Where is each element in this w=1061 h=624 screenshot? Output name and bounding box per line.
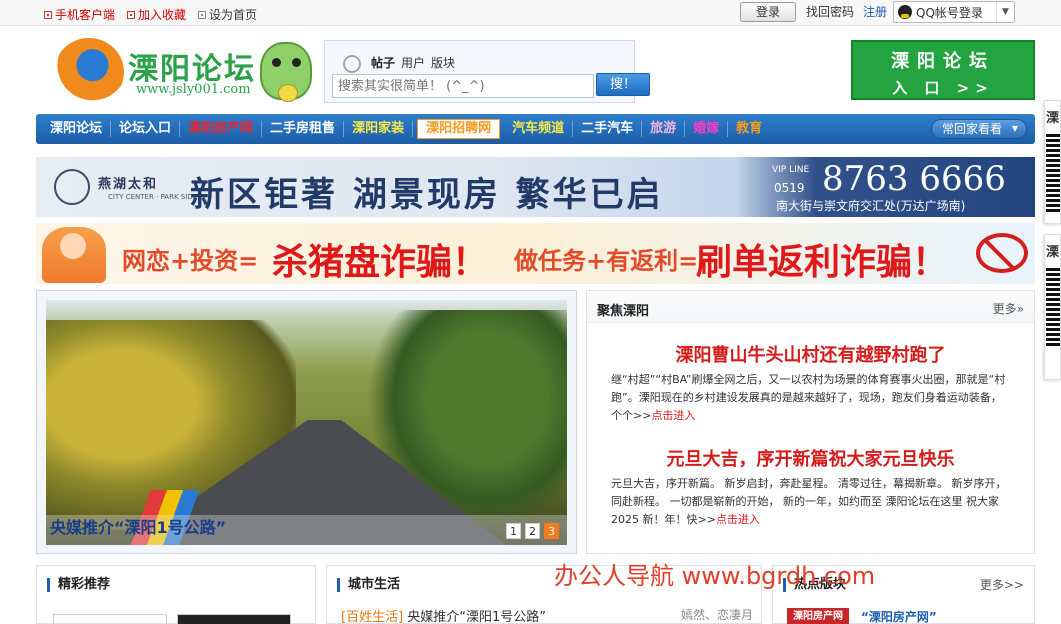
city-life-item-title[interactable]: 央媒推介“溧阳1号公路”: [407, 610, 546, 624]
top-links: 手机客户端 加入收藏 设为首页: [44, 6, 257, 23]
mobile-icon: [44, 10, 52, 19]
site-logo[interactable]: 溧阳论坛 www.jsly001.com: [50, 36, 312, 108]
focus-news-panel: 聚焦溧阳 更多» 溧阳曹山牛头山村还有越野村跑了 继“村超”“村BA”刷爆全网之…: [586, 290, 1035, 554]
nav-item-forum[interactable]: 溧阳论坛: [42, 121, 112, 137]
slideshow-caption-bar: 央媒推介“溧阳1号公路”: [46, 515, 567, 545]
forum-entry-label: 入 口 >>: [892, 79, 994, 97]
slideshow-pager: 1 2 3: [506, 523, 559, 539]
favorite-icon: [127, 10, 136, 19]
find-password-link[interactable]: 找回密码: [806, 3, 854, 20]
featured-title: 精彩推荐: [47, 578, 110, 592]
chevron-down-icon[interactable]: ▼: [996, 2, 1014, 22]
register-link[interactable]: 注册: [863, 3, 887, 20]
news-summary-2: 元旦大吉，序开新篇。 新岁启封，奔赴星程。 清零过往，幕揭新章。 新岁序开，同赴…: [611, 477, 1007, 526]
banner2-text-1: 网恋+投资=: [122, 247, 259, 275]
nav-item-real-estate[interactable]: 溧阳房产网: [180, 121, 263, 137]
home-icon: [198, 10, 207, 19]
prohibited-sign-icon: [976, 233, 1028, 273]
nav-item-wedding[interactable]: 婚嫁: [685, 121, 729, 137]
login-button[interactable]: 登录: [740, 2, 796, 22]
watermark: 办公人导航 www.bgrdh.com: [554, 562, 876, 590]
logo-emblem: [54, 38, 124, 106]
search-tab-posts[interactable]: 帖子: [371, 54, 395, 71]
slideshow-image[interactable]: 央媒推介“溧阳1号公路” 1 2 3: [46, 300, 567, 545]
banner2-text-2: 杀猪盘诈骗！: [272, 242, 489, 283]
featured-thumb-2[interactable]: [177, 614, 291, 624]
forum-entry-button[interactable]: 溧阳论坛 入 口 >>: [851, 40, 1035, 100]
qr-code-icon: [1045, 132, 1060, 212]
slideshow-caption[interactable]: 央媒推介“溧阳1号公路”: [50, 514, 226, 538]
focus-more-link[interactable]: 更多»: [993, 300, 1024, 317]
banner-phone: 8763 6666: [822, 159, 1006, 199]
nav-item-travel[interactable]: 旅游: [642, 121, 686, 137]
add-favorite-link[interactable]: 加入收藏: [127, 6, 186, 23]
search-type-radio-icon[interactable]: [343, 55, 361, 73]
logo-url: www.jsly001.com: [136, 82, 251, 97]
brand-logo-icon: [54, 169, 90, 205]
featured-thumb-1[interactable]: [53, 614, 167, 624]
nav-item-second-hand-housing[interactable]: 二手房租售: [262, 121, 345, 137]
banner-slogan: 新区钜著 湖景现房 繁华已启: [190, 175, 664, 215]
forum-entry-title: 溧阳论坛: [891, 51, 995, 72]
side-qr-float-2[interactable]: 溧: [1044, 234, 1061, 380]
nav-item-used-cars[interactable]: 二手汽车: [573, 121, 643, 137]
slide-page-1[interactable]: 1: [506, 523, 521, 539]
hot-board-image[interactable]: 溧阳房产网: [787, 608, 849, 624]
city-life-authors: 嫣然、恋凄月: [680, 608, 753, 622]
main-nav: 溧阳论坛 论坛入口 溧阳房产网 二手房租售 溧阳家装 溧阳招聘网 汽车频道 二手…: [36, 114, 1035, 144]
nav-more-dropdown[interactable]: 常回家看看: [931, 119, 1027, 139]
banner-brand-sub: CITY CENTER · PARK SIDE: [108, 193, 198, 201]
search-button[interactable]: 搜！: [596, 73, 650, 96]
nav-item-jobs[interactable]: 溧阳招聘网: [417, 119, 501, 139]
qr-code-icon: [1045, 266, 1060, 346]
city-life-category[interactable]: [百姓生活]: [341, 610, 403, 624]
set-homepage-link[interactable]: 设为首页: [198, 6, 257, 23]
slideshow: 央媒推介“溧阳1号公路” 1 2 3: [36, 290, 577, 554]
news-read-more-1[interactable]: 点击进入: [651, 409, 695, 422]
nav-item-auto[interactable]: 汽车频道: [504, 121, 574, 137]
qq-penguin-icon: [898, 5, 912, 19]
search-tabs: 帖子 用户 版块: [371, 54, 455, 71]
slide-page-2[interactable]: 2: [525, 523, 540, 539]
banner2-text-4: 刷单返利诈骗！: [696, 242, 949, 283]
nav-item-education[interactable]: 教育: [728, 121, 770, 137]
focus-header: 聚焦溧阳 更多»: [587, 291, 1034, 323]
city-life-title: 城市生活: [337, 578, 400, 592]
search-tab-forums[interactable]: 版块: [431, 54, 455, 71]
featured-panel: 精彩推荐: [36, 565, 316, 624]
news-read-more-2[interactable]: 点击进入: [716, 513, 760, 526]
top-bar: 手机客户端 加入收藏 设为首页 登录 找回密码 注册 QQ帐号登录 ▼: [0, 0, 1061, 26]
hot-board-link[interactable]: “溧阳房产网”: [861, 608, 937, 624]
person-figure-icon: [42, 227, 106, 283]
news-summary-1: 继“村超”“村BA”刷爆全网之后，又一以农村为场景的体育赛事火出圈，那就是“村跑…: [611, 373, 1006, 422]
focus-title: 聚焦溧阳: [597, 304, 650, 319]
city-life-item[interactable]: [百姓生活] 央媒推介“溧阳1号公路”: [341, 606, 546, 624]
nav-item-home-decor[interactable]: 溧阳家装: [344, 121, 414, 137]
qq-login-button[interactable]: QQ帐号登录 ▼: [893, 1, 1015, 23]
search-tab-users[interactable]: 用户: [401, 54, 425, 71]
side-qr-float-1[interactable]: 溧: [1044, 100, 1061, 224]
anti-fraud-banner[interactable]: 网恋+投资= 杀猪盘诈骗！ 做任务+有返利= 刷单返利诈骗！: [36, 223, 1035, 284]
banner-vip-label: VIP LINE: [772, 165, 810, 175]
news-headline-1[interactable]: 溧阳曹山牛头山村还有越野村跑了: [587, 341, 1034, 367]
real-estate-banner[interactable]: 燕湖太和 CITY CENTER · PARK SIDE 新区钜著 湖景现房 繁…: [36, 157, 1035, 217]
banner-address: 南大街与崇文府交汇处(万达广场南): [776, 199, 966, 213]
mascot-icon: [260, 42, 312, 102]
slide-page-3[interactable]: 3: [544, 523, 559, 539]
search-input[interactable]: [332, 74, 594, 98]
banner-brand: 燕湖太和: [98, 177, 159, 192]
banner-area-code: 0519: [774, 181, 805, 195]
news-headline-2[interactable]: 元旦大吉，序开新篇祝大家元旦快乐: [587, 445, 1034, 471]
nav-item-forum-entry[interactable]: 论坛入口: [111, 121, 181, 137]
search-box: 帖子 用户 版块 搜！: [324, 40, 650, 103]
mobile-client-link[interactable]: 手机客户端: [44, 6, 115, 23]
banner2-text-3: 做任务+有返利=: [514, 247, 699, 275]
hot-boards-more-link[interactable]: 更多>>: [980, 576, 1024, 593]
